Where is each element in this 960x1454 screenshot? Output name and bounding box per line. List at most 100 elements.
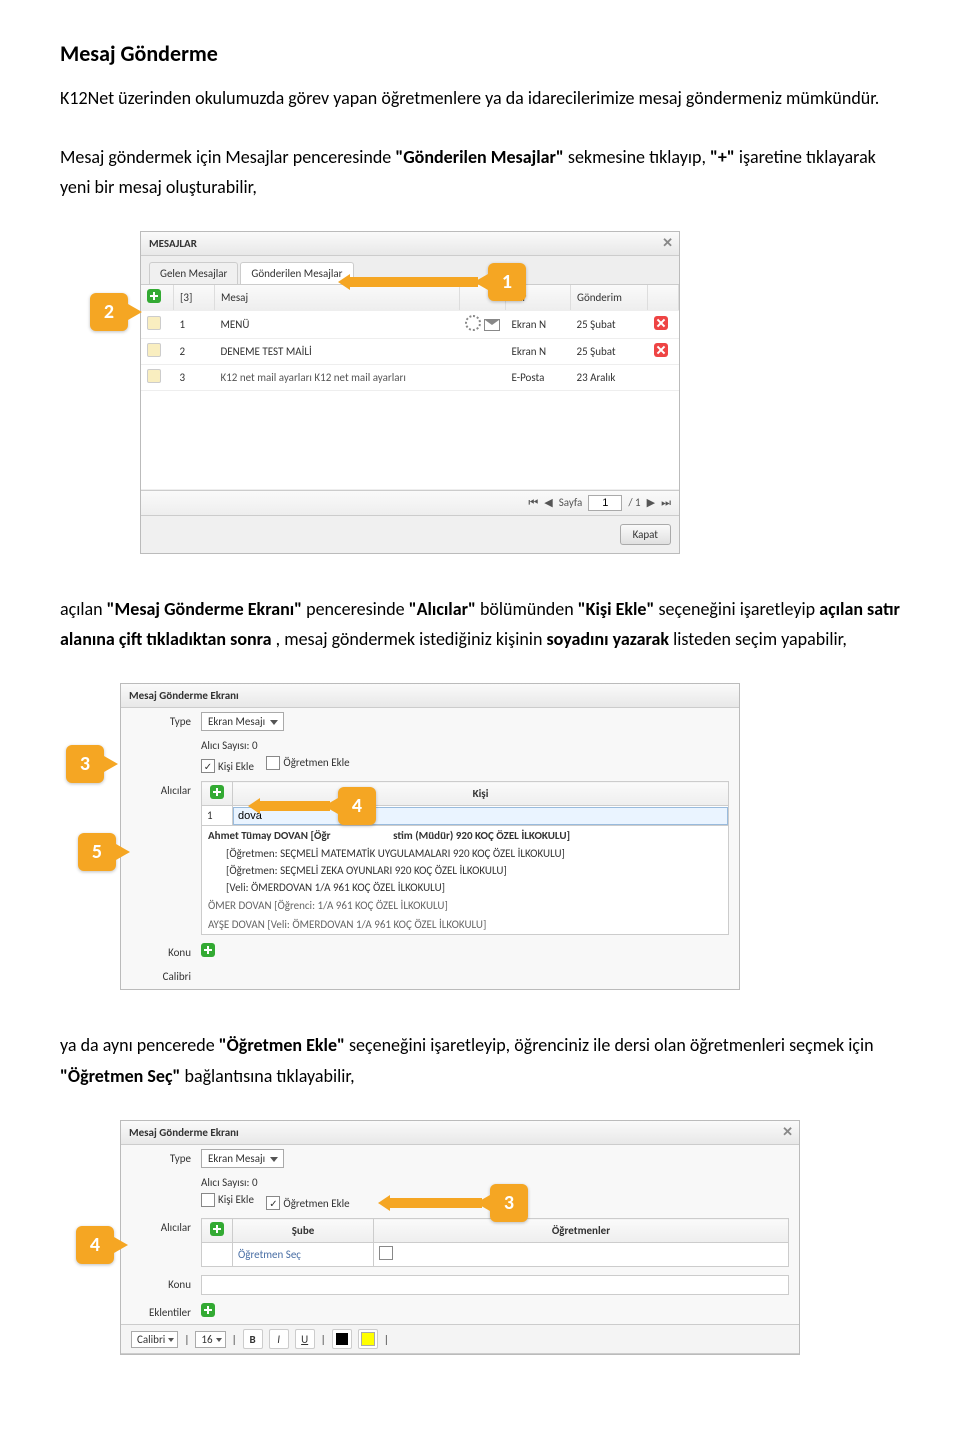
pager-next-icon[interactable]: ▶ (647, 496, 655, 509)
label-type: Type (131, 1149, 191, 1165)
cell-date: 25 Şubat (571, 338, 648, 364)
type-select[interactable]: Ekran Mesajı (201, 1149, 284, 1168)
add-attachment-icon[interactable] (201, 1303, 215, 1317)
underline-button[interactable]: U (295, 1329, 315, 1349)
checkbox-blank[interactable] (379, 1246, 393, 1260)
cell-n: 3 (174, 364, 215, 390)
ogretmen-sec-link[interactable]: Öğretmen Seç (238, 1248, 301, 1261)
cell-type: E-Posta (506, 364, 571, 390)
text-bold: "Gönderilen Mesajlar" (395, 146, 564, 168)
close-icon[interactable]: ✕ (782, 1125, 793, 1140)
italic-button[interactable]: I (269, 1329, 289, 1349)
col-ogretmenler: Öğretmenler (374, 1219, 789, 1243)
divider: | (321, 1333, 326, 1346)
table-row[interactable]: 3 K12 net mail ayarları K12 net mail aya… (141, 364, 679, 390)
text: Ahmet Tümay DOVAN [Öğr (208, 829, 331, 842)
label-attachments: Eklentiler (131, 1303, 191, 1319)
text: B (250, 1333, 256, 1346)
pager-label: Sayfa (559, 496, 583, 509)
row-subject: Konu (121, 939, 739, 963)
window-title-text: Mesaj Gönderme Ekranı (129, 689, 239, 702)
table-row[interactable]: 2 DENEME TEST MAİLİ Ekran N 25 Şubat (141, 338, 679, 364)
delete-icon[interactable] (654, 343, 668, 357)
tab-inbox[interactable]: Gelen Mesajlar (149, 262, 238, 284)
checkbox-ogretmen-ekle[interactable]: ✓Öğretmen Ekle (266, 1196, 349, 1210)
text: penceresinde (306, 598, 409, 620)
checkbox-ogretmen-ekle[interactable]: Öğretmen Ekle (266, 756, 349, 770)
row-add-options: ✓Kişi Ekle Öğretmen Ekle (121, 756, 739, 778)
gear-icon[interactable] (465, 315, 481, 331)
row-subject: Konu (121, 1271, 799, 1299)
suggest-item[interactable]: AYŞE DOVAN [Veli: ÖMERDOVAN 1/A 961 KOÇ … (202, 915, 728, 934)
add-icon[interactable] (201, 943, 215, 957)
text: U (301, 1333, 308, 1346)
pager-page-input[interactable] (588, 495, 622, 511)
divider: | (384, 1333, 389, 1346)
col-sube: Şube (233, 1219, 374, 1243)
font-family-select[interactable]: Calibri (131, 1331, 178, 1348)
row-type: Type Ekran Mesajı (121, 708, 739, 735)
callout-5: 5 (78, 833, 116, 871)
text: bağlantısına tıklayabilir, (184, 1065, 354, 1087)
paragraph-intro: K12Net üzerinden okulumuzda görev yapan … (60, 83, 900, 114)
suggest-item[interactable]: ÖMER DOVAN [Öğrenci: 1/A 961 KOÇ ÖZEL İL… (202, 896, 728, 915)
divider: | (184, 1333, 189, 1346)
paragraph-step1: Mesaj göndermek için Mesajlar penceresin… (60, 142, 900, 203)
rich-text-toolbar: Calibri | 16 | B I U | | (121, 1324, 799, 1354)
font-size-select[interactable]: 16 (195, 1331, 225, 1348)
text: I (277, 1333, 280, 1346)
add-icon[interactable] (210, 785, 224, 799)
callout-4: 4 (338, 787, 376, 825)
pagination-bar: ⏮ ◀ Sayfa / 1 ▶ ⏭ (141, 490, 679, 515)
callout-4: 4 (76, 1226, 114, 1264)
checkbox-label: Öğretmen Ekle (283, 756, 349, 769)
cell-n: 2 (174, 338, 215, 364)
edit-icon[interactable] (147, 316, 161, 330)
tab-sent[interactable]: Gönderilen Mesajlar (240, 262, 353, 284)
type-select[interactable]: Ekran Mesajı (201, 712, 284, 731)
compose-window: Mesaj Gönderme Ekranı ✕ Type Ekran Mesaj… (120, 1120, 800, 1356)
callout-3: 3 (66, 745, 104, 783)
label-font: Calibri (131, 967, 191, 983)
table-row[interactable]: Öğretmen Seç (202, 1243, 789, 1267)
forecolor-button[interactable] (332, 1329, 352, 1349)
suggest-item[interactable]: Ahmet Tümay DOVAN [Öğr stim (Müdür) 920 … (202, 826, 728, 845)
backcolor-button[interactable] (358, 1329, 378, 1349)
text: stim (Müdür) 920 KOÇ ÖZEL İLKOKULU] (393, 829, 570, 842)
subject-input[interactable] (201, 1275, 789, 1295)
pager-last-icon[interactable]: ⏭ (661, 496, 671, 510)
text-bold: "+" (710, 146, 735, 168)
window-title-text: MESAJLAR (149, 237, 197, 250)
divider: | (232, 1333, 237, 1346)
text: K12 net mail ayarları K12 net mail ayarl… (221, 371, 406, 384)
cell-subject: K12 net mail ayarları K12 net mail ayarl… (215, 364, 460, 390)
cell-date: 25 Şubat (571, 310, 648, 338)
text-bold: "Alıcılar" (409, 598, 476, 620)
bold-button[interactable]: B (243, 1329, 263, 1349)
window-titlebar: Mesaj Gönderme Ekranı (121, 684, 739, 708)
edit-icon[interactable] (147, 343, 161, 357)
recipient-count: Alıcı Sayısı: 0 (201, 739, 729, 752)
row-count: Alıcı Sayısı: 0 (121, 1172, 799, 1193)
cell-date: 23 Aralık (571, 364, 648, 390)
pager-first-icon[interactable]: ⏮ (528, 496, 538, 510)
close-icon[interactable]: ✕ (662, 236, 673, 251)
checkbox-kisi-ekle[interactable]: Kişi Ekle (201, 1193, 254, 1207)
checkbox-kisi-ekle[interactable]: ✓Kişi Ekle (201, 759, 254, 773)
text: K12Net üzerinden okulumuzda görev yapan … (60, 87, 879, 109)
envelope-icon[interactable] (484, 319, 500, 331)
delete-icon[interactable] (654, 316, 668, 330)
add-icon[interactable] (147, 289, 161, 303)
label-type: Type (131, 712, 191, 728)
compose-window: Mesaj Gönderme Ekranı Type Ekran Mesajı … (120, 683, 740, 991)
pager-prev-icon[interactable]: ◀ (544, 496, 552, 509)
text-bold: soyadını yazarak (546, 628, 669, 650)
table-row[interactable]: 1 MENÜ Ekran N 25 Şubat (141, 310, 679, 338)
label-recipients: Alıcılar (131, 1218, 191, 1234)
edit-icon[interactable] (147, 369, 161, 383)
text-bold: "Kişi Ekle" (578, 598, 655, 620)
window-titlebar: MESAJLAR ✕ (141, 232, 679, 256)
close-button[interactable]: Kapat (620, 524, 671, 545)
suggest-subline: [Öğretmen: SEÇMELİ MATEMATİK UYGULAMALAR… (202, 845, 728, 862)
add-icon[interactable] (210, 1222, 224, 1236)
